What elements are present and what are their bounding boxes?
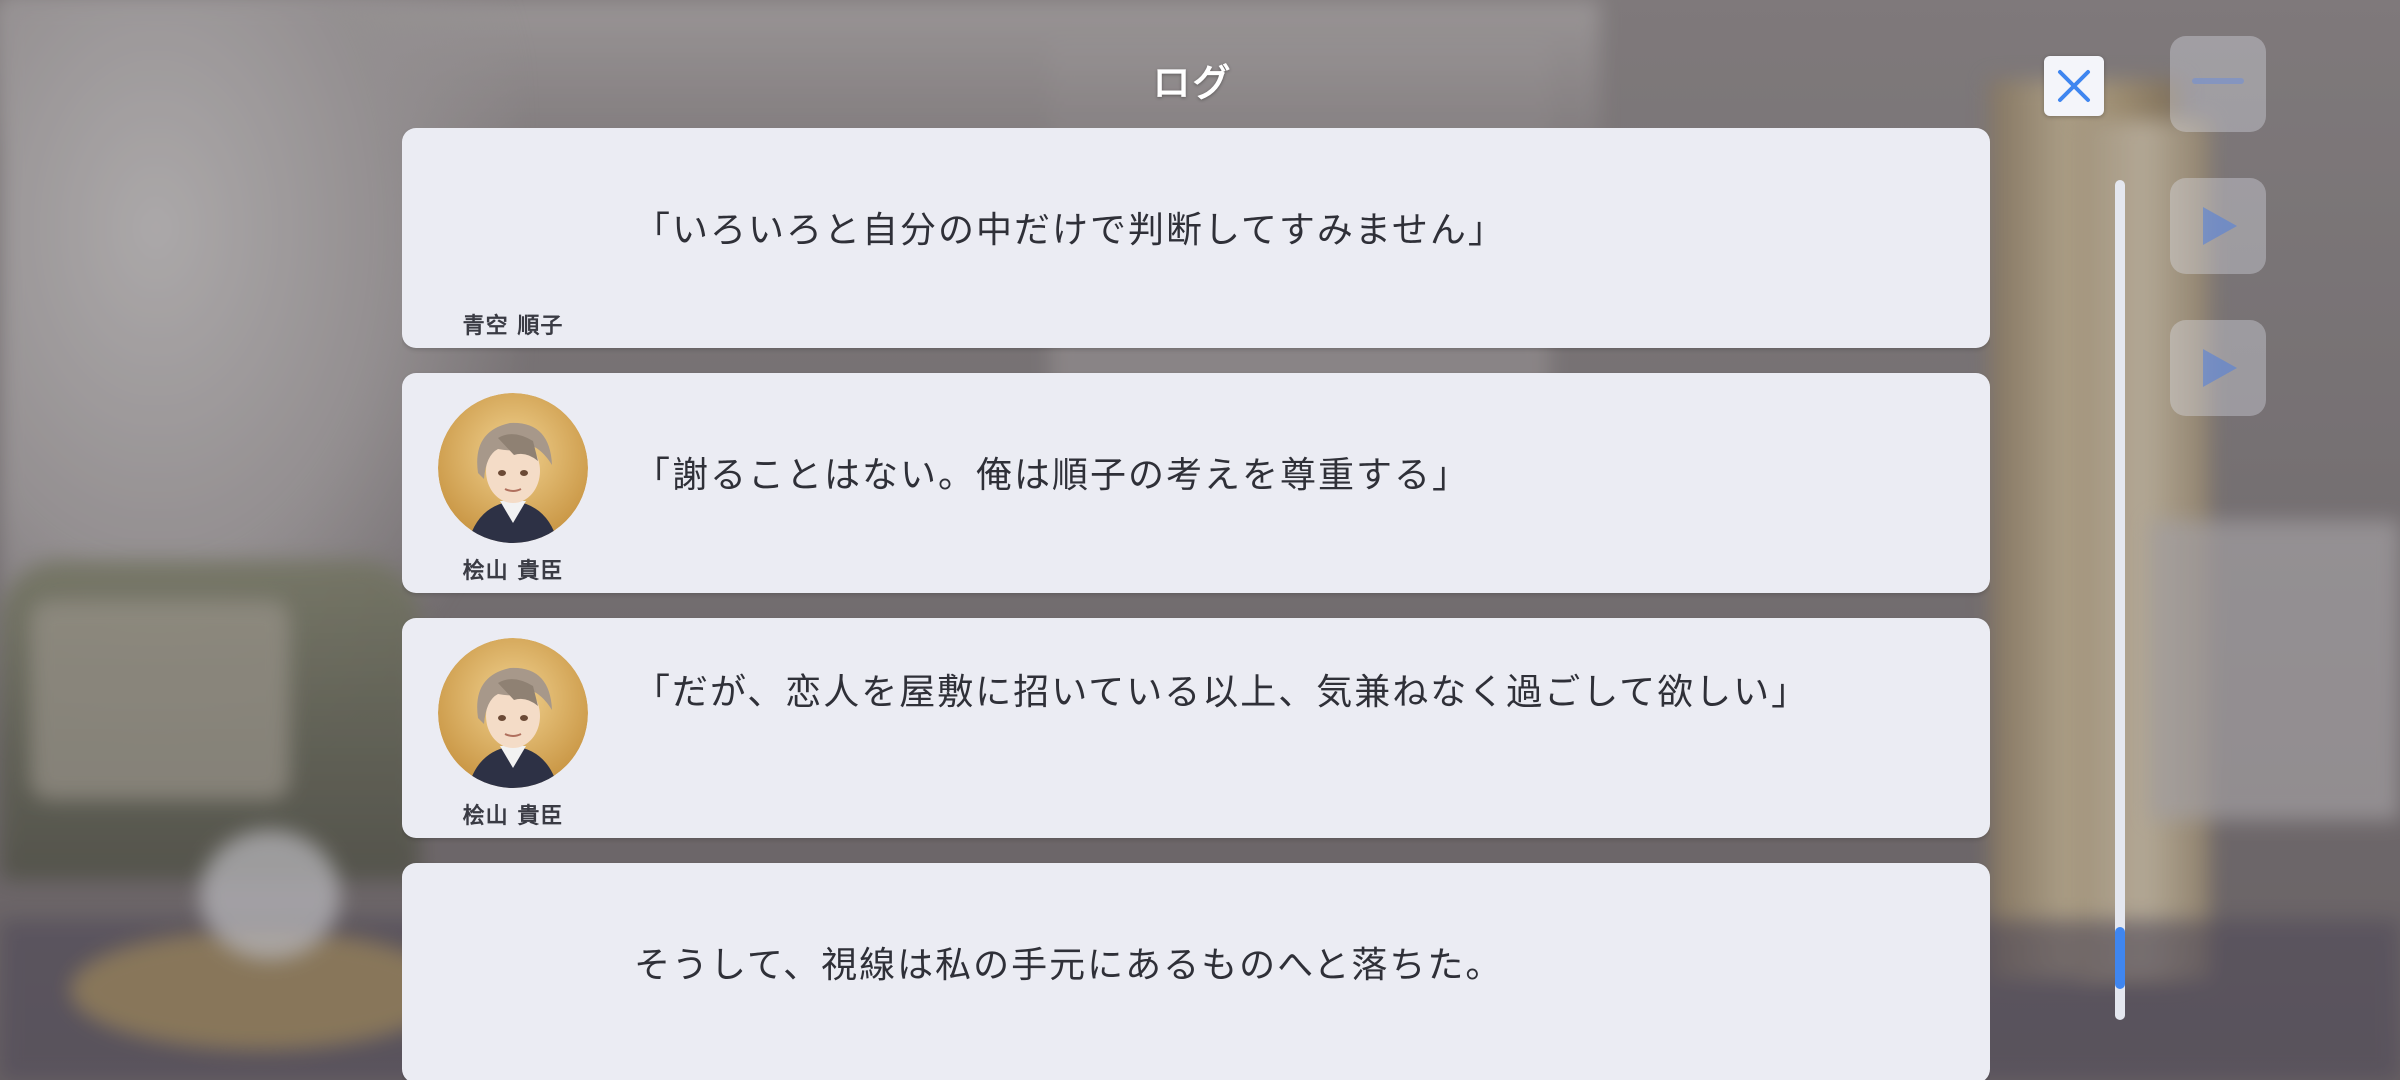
log-entry-text: 「だが、恋人を屋敷に招いている以上、気兼ねなく過ごして欲しい」 (634, 672, 1810, 713)
log-entry[interactable]: 「いろいろと自分の中だけで判断してすみません」 青空 順子 (402, 128, 1990, 348)
character-avatar (438, 638, 588, 788)
log-entry-text: そうして、視線は私の手元にあるものへと落ちた。 (634, 945, 1504, 986)
log-entry-text: 「いろいろと自分の中だけで判断してすみません」 (634, 210, 1506, 251)
play-icon (2203, 349, 2237, 387)
close-button[interactable] (2044, 56, 2104, 116)
log-entry[interactable]: 「だが、恋人を屋敷に招いている以上、気兼ねなく過ごして欲しい」 桧山 貴臣 (402, 618, 1990, 838)
log-entry[interactable]: そうして、視線は私の手元にあるものへと落ちた。 (402, 863, 1990, 1080)
log-entry[interactable]: 「謝ることはない。俺は順子の考えを尊重する」 桧山 貴臣 (402, 373, 1990, 593)
play-icon (2203, 207, 2237, 245)
log-list[interactable]: 「いろいろと自分の中だけで判断してすみません」 青空 順子 「謝ることはない。俺… (402, 128, 1990, 1080)
speaker-name: 桧山 貴臣 (462, 804, 564, 829)
speaker-name: 桧山 貴臣 (462, 559, 564, 584)
log-entry-text: 「謝ることはない。俺は順子の考えを尊重する」 (634, 455, 1471, 496)
log-title: ログ (1152, 61, 1233, 105)
skip-button-dimmed (2170, 320, 2266, 416)
scrollbar-thumb[interactable] (2115, 927, 2125, 989)
speaker-name: 青空 順子 (462, 314, 564, 339)
log-scrollbar[interactable] (2115, 180, 2125, 1020)
character-avatar (438, 393, 588, 543)
auto-button-dimmed (2170, 178, 2266, 274)
close-icon (2058, 70, 2090, 102)
